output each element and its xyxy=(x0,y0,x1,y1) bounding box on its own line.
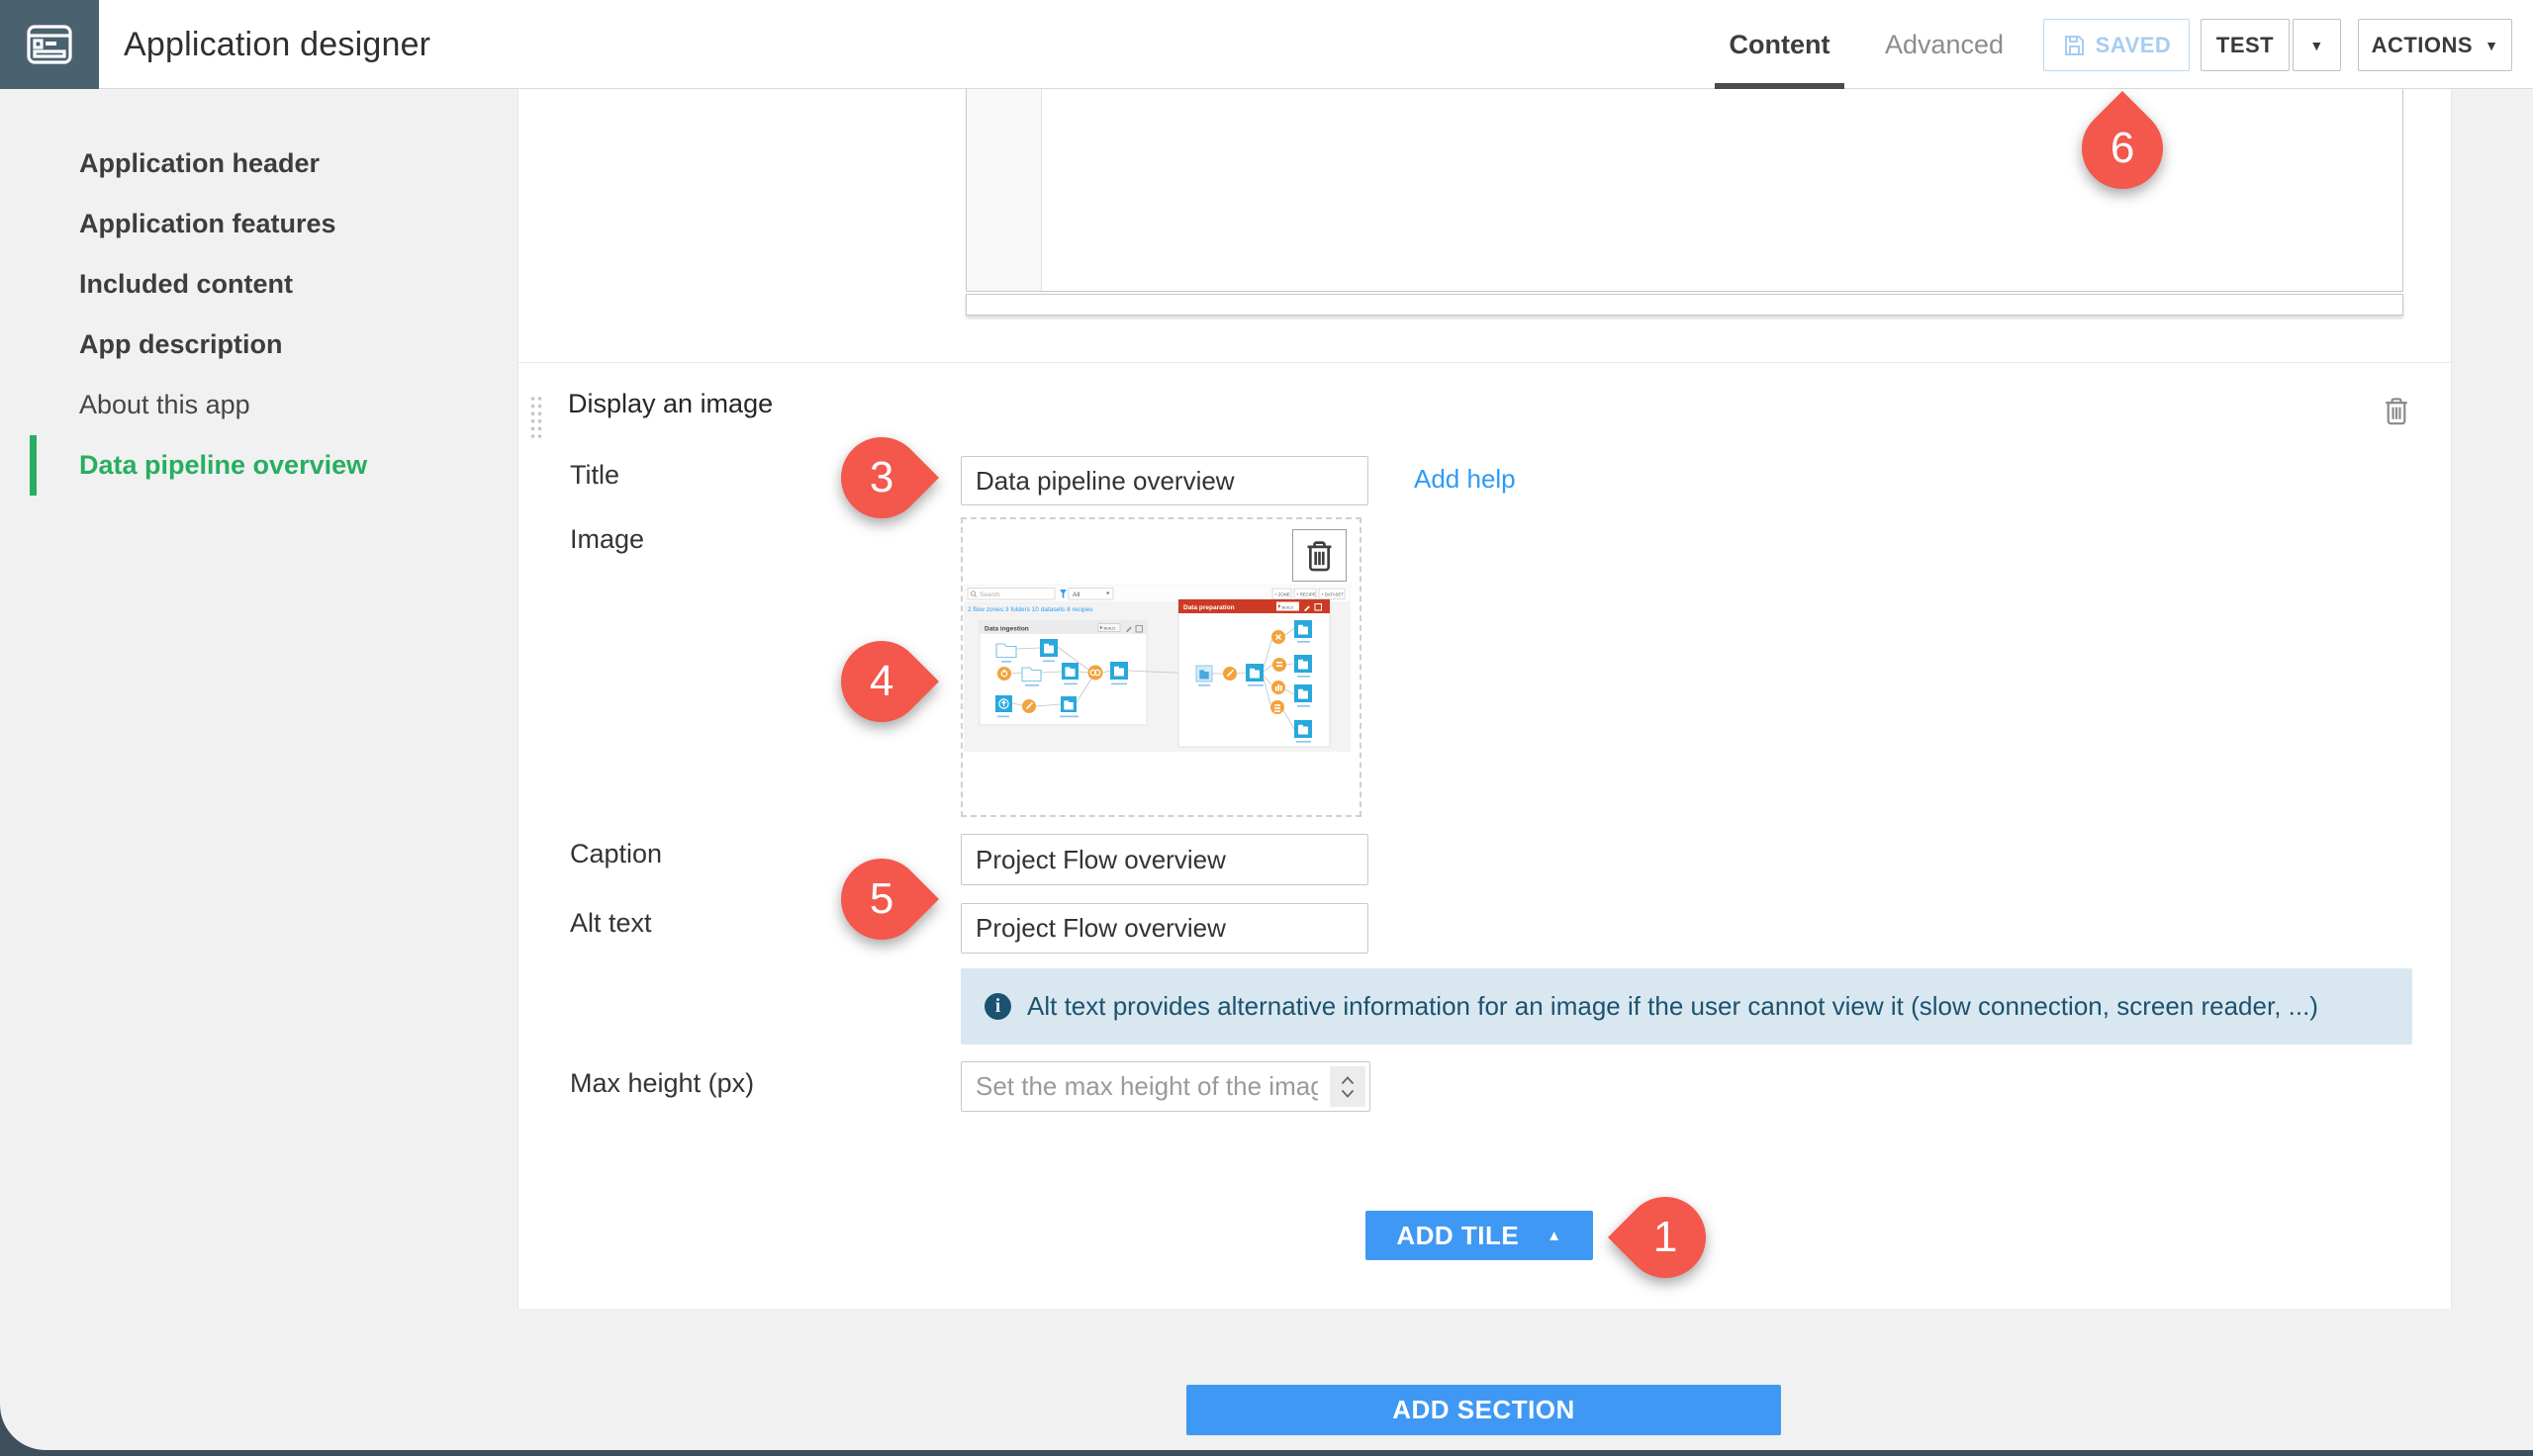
add-help-link[interactable]: Add help xyxy=(1414,464,1516,495)
tab-content[interactable]: Content xyxy=(1715,0,1844,89)
stepper-down-icon xyxy=(1341,1089,1355,1098)
sidebar-item-about-this-app[interactable]: About this app xyxy=(0,375,517,435)
saved-label: SAVED xyxy=(2096,33,2172,58)
recipe-node xyxy=(1088,666,1103,681)
upload-node xyxy=(995,695,1012,712)
max-height-field-label: Max height (px) xyxy=(570,1068,754,1099)
tile-drag-handle-icon[interactable] xyxy=(529,395,543,445)
flow-object-counts: 2 flow zones 3 folders 10 datasets 8 rec… xyxy=(968,606,1093,613)
test-button[interactable]: TEST xyxy=(2201,19,2290,71)
sidebar-item-data-pipeline-overview[interactable]: Data pipeline overview xyxy=(0,435,517,496)
folder-node xyxy=(1022,668,1041,682)
app-logo[interactable] xyxy=(0,0,99,89)
code-editor-remnant[interactable] xyxy=(966,89,2403,292)
recipe-node xyxy=(1272,658,1286,672)
alt-text-field-label: Alt text xyxy=(570,908,652,939)
section-sidebar: Application header Application features … xyxy=(0,134,517,496)
sidebar-item-app-description[interactable]: App description xyxy=(0,315,517,375)
saved-button[interactable]: SAVED xyxy=(2043,19,2190,71)
recipe-node xyxy=(1022,699,1036,713)
dataset-node xyxy=(1061,696,1077,712)
dataset-node xyxy=(1294,720,1312,738)
info-banner-text: Alt text provides alternative informatio… xyxy=(1027,991,2318,1022)
annotation-marker-1: 1 xyxy=(1625,1197,1706,1278)
alt-text-info-banner: i Alt text provides alternative informat… xyxy=(961,968,2412,1045)
editor-footer-bar xyxy=(966,294,2403,316)
flow-screenshot-thumbnail: Search All + ZONE + RECIPE + DATASET 2 f… xyxy=(964,585,1351,752)
flow-search-placeholder: Search xyxy=(980,592,1000,598)
sidebar-item-included-content[interactable]: Included content xyxy=(0,254,517,315)
sidebar-item-application-header[interactable]: Application header xyxy=(0,134,517,194)
dataset-node xyxy=(1062,663,1079,680)
recipe-node xyxy=(1271,630,1285,644)
sidebar-item-application-features[interactable]: Application features xyxy=(0,194,517,254)
flow-add-dataset-button: + DATASET xyxy=(1321,592,1344,596)
flow-filter-all: All xyxy=(1073,592,1080,598)
max-height-input[interactable] xyxy=(961,1061,1370,1112)
alt-text-input[interactable] xyxy=(961,903,1368,954)
content-panel: Display an image Title Add help Image xyxy=(517,89,2452,1309)
folder-node xyxy=(996,644,1016,658)
title-input[interactable] xyxy=(961,456,1368,505)
top-bar: Application designer Content Advanced SA… xyxy=(0,0,2533,89)
tab-advanced[interactable]: Advanced xyxy=(1870,0,2018,89)
dataset-node xyxy=(1110,662,1128,680)
flow-add-zone-button: + ZONE xyxy=(1274,592,1290,596)
dataset-node xyxy=(1246,664,1264,682)
page-title: Application designer xyxy=(124,0,430,89)
add-tile-button[interactable]: ADD TILE ▲ xyxy=(1365,1211,1593,1260)
recipe-node xyxy=(1270,700,1284,714)
zone-preparation-title: Data preparation xyxy=(1183,604,1235,611)
info-icon: i xyxy=(985,993,1011,1020)
editor-gutter xyxy=(967,89,1042,291)
chevron-up-icon: ▲ xyxy=(1547,1228,1561,1244)
tile-type-heading: Display an image xyxy=(568,389,773,419)
chevron-down-icon: ▼ xyxy=(2309,39,2323,52)
chevron-down-icon: ▼ xyxy=(2485,39,2498,52)
add-section-button[interactable]: ADD SECTION xyxy=(1186,1385,1781,1435)
shared-dataset-node xyxy=(1196,666,1212,682)
zone-ingestion-title: Data ingestion xyxy=(985,626,1029,633)
caption-input[interactable] xyxy=(961,834,1368,885)
dataset-node xyxy=(1294,655,1312,673)
annotation-marker-3: 3 xyxy=(841,437,922,518)
image-field-label: Image xyxy=(570,524,644,555)
image-dropzone[interactable]: Search All + ZONE + RECIPE + DATASET 2 f… xyxy=(961,517,1361,817)
recipe-node xyxy=(1223,667,1237,681)
stepper-up-icon xyxy=(1341,1076,1355,1085)
dataset-node xyxy=(1294,620,1312,638)
application-designer-page: Application designer Content Advanced SA… xyxy=(0,0,2533,1450)
svg-text:BUILD: BUILD xyxy=(1104,626,1116,631)
remove-image-trash-icon[interactable] xyxy=(1292,529,1347,582)
recipe-node xyxy=(997,667,1011,681)
tile-divider xyxy=(518,362,2451,363)
save-floppy-icon xyxy=(2062,34,2086,57)
application-designer-icon xyxy=(27,25,72,64)
actions-button[interactable]: ACTIONS ▼ xyxy=(2358,19,2512,71)
flow-add-recipe-button: + RECIPE xyxy=(1296,592,1316,596)
dataset-node xyxy=(1040,639,1058,657)
recipe-node xyxy=(1271,681,1285,694)
dataset-node xyxy=(1294,684,1312,702)
caption-field-label: Caption xyxy=(570,839,662,869)
delete-tile-trash-icon[interactable] xyxy=(2383,396,2412,427)
title-field-label: Title xyxy=(570,460,619,491)
number-stepper[interactable] xyxy=(1330,1066,1365,1107)
test-dropdown-button[interactable]: ▼ xyxy=(2293,19,2341,71)
svg-text:BUILD: BUILD xyxy=(1282,604,1294,609)
annotation-marker-4: 4 xyxy=(841,641,922,722)
active-tab-underline xyxy=(1715,83,1844,89)
annotation-marker-5: 5 xyxy=(841,859,922,940)
